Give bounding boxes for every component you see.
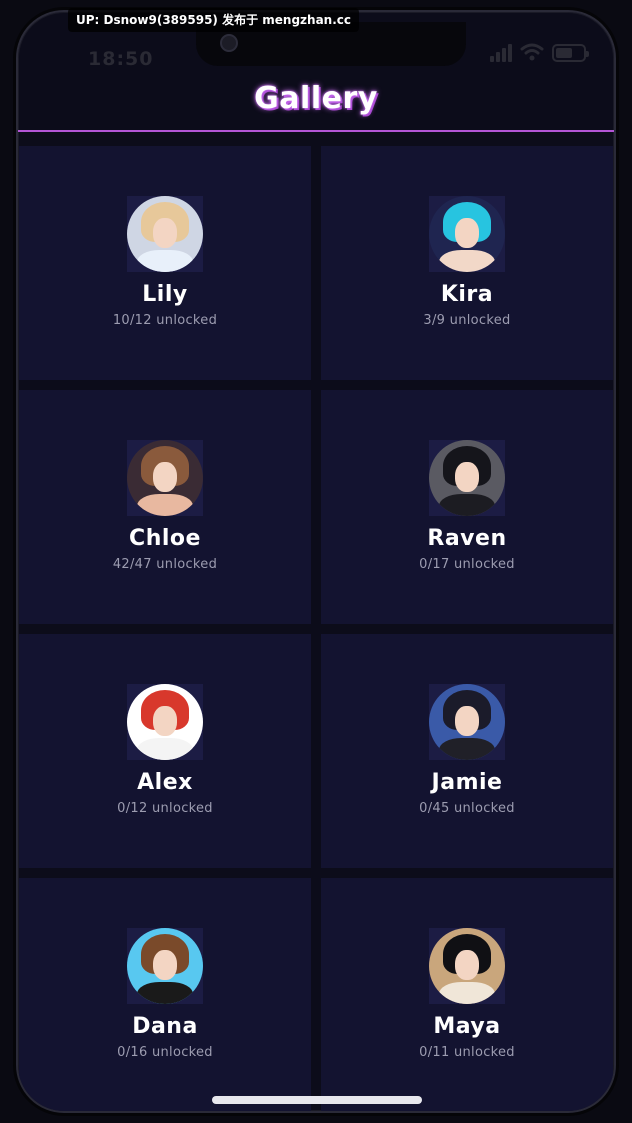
app-header: Gallery: [18, 66, 614, 132]
character-card-raven[interactable]: Raven 0/17 unlocked: [321, 390, 613, 624]
home-indicator[interactable]: [212, 1096, 422, 1104]
character-name: Chloe: [129, 526, 201, 551]
character-card-jamie[interactable]: Jamie 0/45 unlocked: [321, 634, 613, 868]
phone-frame: 18:50 Gallery Lily 10/12 unlocked Kira 3/9 …: [16, 10, 616, 1113]
avatar-frame: [429, 440, 505, 516]
character-name: Raven: [427, 526, 507, 551]
avatar-frame: [127, 196, 203, 272]
character-card-chloe[interactable]: Chloe 42/47 unlocked: [19, 390, 311, 624]
character-grid: Lily 10/12 unlocked Kira 3/9 unlocked Chloe 4…: [18, 146, 614, 1111]
avatar-frame: [429, 196, 505, 272]
status-icons: [490, 42, 589, 62]
avatar-frame: [429, 928, 505, 1004]
unlock-progress: 0/16 unlocked: [117, 1045, 213, 1060]
unlock-progress: 0/17 unlocked: [419, 557, 515, 572]
character-name: Maya: [433, 1014, 501, 1039]
avatar: [127, 196, 203, 272]
character-name: Dana: [132, 1014, 198, 1039]
avatar-frame: [429, 684, 505, 760]
avatar: [127, 928, 203, 1004]
avatar-frame: [127, 684, 203, 760]
character-card-maya[interactable]: Maya 0/11 unlocked: [321, 878, 613, 1111]
unlock-progress: 10/12 unlocked: [112, 313, 218, 328]
character-card-dana[interactable]: Dana 0/16 unlocked: [19, 878, 311, 1111]
avatar: [429, 684, 505, 760]
wifi-icon: [520, 43, 544, 61]
signal-icon: [490, 44, 512, 62]
unlock-progress: 42/47 unlocked: [112, 557, 218, 572]
status-time: 18:50: [88, 48, 154, 70]
battery-icon: [552, 44, 589, 62]
character-card-lily[interactable]: Lily 10/12 unlocked: [19, 146, 311, 380]
watermark: UP: Dsnow9(389595) 发布于 mengzhan.cc: [68, 8, 359, 32]
character-name: Jamie: [431, 770, 503, 795]
avatar: [127, 684, 203, 760]
character-name: Lily: [142, 282, 188, 307]
avatar-frame: [127, 440, 203, 516]
character-name: Alex: [137, 770, 193, 795]
avatar-frame: [127, 928, 203, 1004]
camera-icon: [220, 34, 238, 52]
unlock-progress: 0/45 unlocked: [419, 801, 515, 816]
avatar: [429, 928, 505, 1004]
unlock-progress: 3/9 unlocked: [423, 313, 511, 328]
unlock-progress: 0/11 unlocked: [419, 1045, 515, 1060]
avatar: [127, 440, 203, 516]
avatar: [429, 440, 505, 516]
avatar: [429, 196, 505, 272]
character-card-alex[interactable]: Alex 0/12 unlocked: [19, 634, 311, 868]
character-name: Kira: [440, 282, 494, 307]
page-title: Gallery: [254, 80, 378, 116]
character-card-kira[interactable]: Kira 3/9 unlocked: [321, 146, 613, 380]
unlock-progress: 0/12 unlocked: [117, 801, 213, 816]
